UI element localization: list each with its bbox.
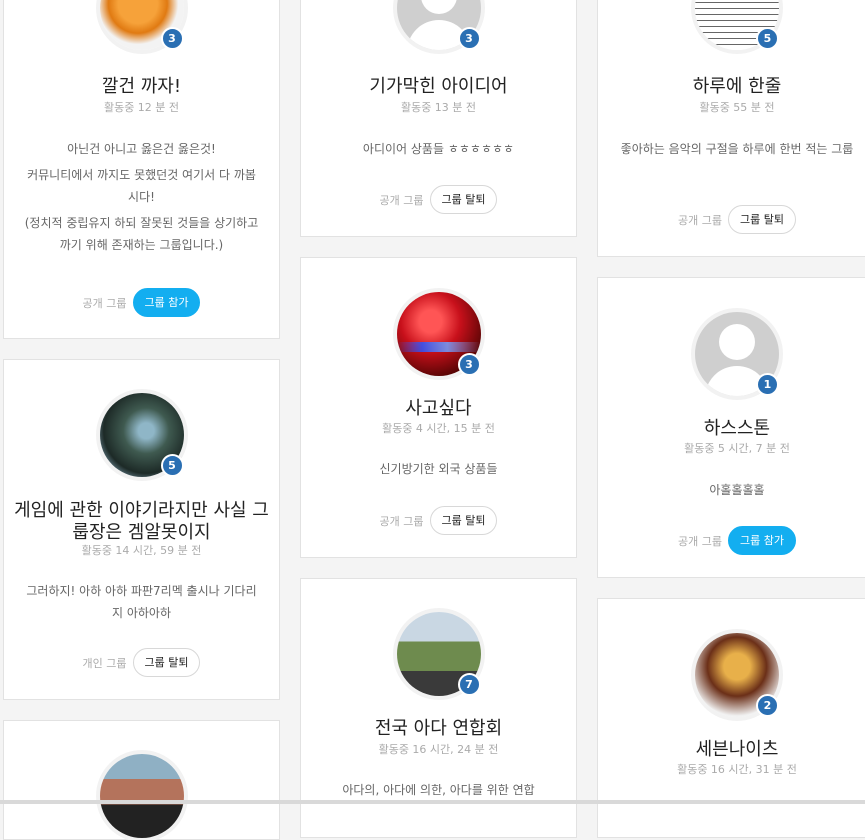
group-activity: 활동중 16 시간, 31 분 전: [677, 763, 797, 776]
group-card-c5: 7 전국 아다 연합회 활동중 16 시간, 24 분 전 아다의, 아다에 의…: [300, 578, 577, 838]
group-activity: 활동중 12 분 전: [103, 101, 180, 114]
group-card-c1: 3 깔건 까자! 활동중 12 분 전 아닌건 아니고 옳은건 옳은것! 커뮤니…: [3, 0, 280, 339]
group-avatar[interactable]: 3: [396, 292, 481, 376]
member-count-badge: 5: [756, 27, 779, 50]
group-avatar[interactable]: 1: [695, 312, 779, 396]
group-card-c4: 3 사고싶다 활동중 4 시간, 15 분 전 신기방기한 외국 상품들 공개 …: [300, 257, 577, 558]
description-line: 아다의, 아다에 의한, 아다를 위한 연합: [342, 783, 535, 797]
group-type-label: 공개 그룹: [379, 193, 424, 207]
group-description: 좋아하는 음악의 구절을 하루에 한번 적는 그룹: [616, 138, 858, 160]
leave-group-button[interactable]: 그룹 탈퇴: [429, 185, 498, 214]
group-description: 아닌건 아니고 옳은건 옳은것! 커뮤니티에서 까지도 못했던것 여기서 다 까…: [22, 138, 261, 256]
member-count-badge: 7: [457, 673, 481, 696]
description-line: 좋아하는 음악의 구절을 하루에 한번 적는 그룹: [620, 142, 854, 156]
member-count-badge: 5: [160, 454, 184, 477]
description-line: 아디이어 상품들 ㅎㅎㅎㅎㅎㅎ: [362, 142, 515, 156]
group-avatar[interactable]: 3: [396, 0, 481, 50]
group-title[interactable]: 전국 아다 연합회: [311, 718, 566, 740]
man-avatar-image[interactable]: [99, 754, 184, 838]
group-avatar[interactable]: 7: [396, 612, 481, 696]
group-actions: 공개 그룹 그룹 참가: [598, 526, 865, 555]
group-type-label: 공개 그룹: [82, 296, 127, 310]
group-title[interactable]: 하루에 한줄: [608, 76, 865, 98]
person-head-icon: [719, 324, 755, 360]
group-actions: 공개 그룹 그룹 탈퇴: [598, 205, 865, 234]
group-type-label: 공개 그룹: [379, 514, 424, 528]
group-card-c9: [3, 720, 280, 840]
group-avatar[interactable]: [99, 754, 184, 838]
group-title[interactable]: 게임에 관한 이야기라지만 사실 그룹장은 겜알못이지: [14, 500, 269, 544]
group-actions: 공개 그룹 그룹 참가: [4, 288, 279, 317]
group-avatar[interactable]: 5: [695, 0, 779, 50]
description-line: (정치적 중립유지 하되 잘못된 것들을 상기하고 까기 위해 존재하는 그룹입…: [24, 216, 259, 252]
member-count-badge: 3: [160, 27, 184, 50]
blue-light-decor: [396, 342, 481, 352]
group-actions: 공개 그룹 그룹 탈퇴: [301, 185, 576, 214]
description-line: 커뮤니티에서 까지도 못했던것 여기서 다 까봅시다!: [27, 168, 256, 204]
group-type-label: 공개 그룹: [678, 213, 722, 227]
leave-group-button[interactable]: 그룹 탈퇴: [132, 648, 201, 677]
group-avatar[interactable]: 5: [99, 393, 184, 477]
group-card-c7: 1 하스스톤 활동중 5 시간, 7 분 전 아홀홀홀홀 공개 그룹 그룹 참가: [597, 277, 865, 578]
group-activity: 활동중 14 시간, 59 분 전: [81, 544, 202, 557]
group-description: 아디이어 상품들 ㅎㅎㅎㅎㅎㅎ: [319, 138, 558, 160]
group-actions: 공개 그룹 그룹 탈퇴: [301, 506, 576, 535]
group-activity: 활동중 16 시간, 24 분 전: [378, 743, 499, 756]
group-description: 아홀홀홀홀: [616, 479, 858, 501]
member-count-badge: 1: [756, 373, 779, 396]
group-card-c2: 5 게임에 관한 이야기라지만 사실 그룹장은 겜알못이지 활동중 14 시간,…: [3, 359, 280, 700]
group-description: 아다의, 아다에 의한, 아다를 위한 연합: [319, 779, 558, 801]
group-title[interactable]: 하스스톤: [608, 418, 865, 440]
group-type-label: 공개 그룹: [678, 534, 722, 548]
description-line: 아닌건 아니고 옳은건 옳은것!: [67, 142, 216, 156]
group-actions: 개인 그룹 그룹 탈퇴: [4, 648, 279, 677]
group-title[interactable]: 사고싶다: [311, 398, 566, 420]
leave-group-button[interactable]: 그룹 탈퇴: [728, 205, 796, 234]
group-title[interactable]: 깔건 까자!: [14, 76, 269, 98]
group-activity: 활동중 5 시간, 7 분 전: [684, 442, 790, 455]
group-description: 그러하지! 아하 아하 파판7리멕 출시나 기다리지 아하아하: [22, 580, 261, 624]
group-type-label: 개인 그룹: [82, 656, 127, 670]
description-line: 신기방기한 외국 상품들: [379, 462, 498, 476]
horizontal-scrollbar[interactable]: [0, 800, 865, 804]
member-count-badge: 2: [756, 694, 779, 717]
group-activity: 활동중 55 분 전: [699, 101, 775, 114]
person-head-icon: [420, 0, 457, 14]
group-card-c6: 5 하루에 한줄 활동중 55 분 전 좋아하는 음악의 구절을 하루에 한번 …: [597, 0, 865, 257]
member-count-badge: 3: [457, 27, 481, 50]
join-group-button[interactable]: 그룹 참가: [728, 526, 796, 555]
member-count-badge: 3: [457, 353, 481, 376]
group-title[interactable]: 기가막힌 아이디어: [311, 76, 566, 98]
group-avatar[interactable]: 2: [695, 633, 779, 717]
leave-group-button[interactable]: 그룹 탈퇴: [429, 506, 498, 535]
group-activity: 활동중 4 시간, 15 분 전: [382, 422, 495, 435]
join-group-button[interactable]: 그룹 참가: [132, 288, 201, 317]
description-line: 아홀홀홀홀: [709, 483, 765, 497]
group-card-c3: 3 기가막힌 아이디어 활동중 13 분 전 아디이어 상품들 ㅎㅎㅎㅎㅎㅎ 공…: [300, 0, 577, 237]
description-line: 그러하지! 아하 아하 파판7리멕 출시나 기다리지 아하아하: [26, 584, 257, 620]
group-avatar[interactable]: 3: [99, 0, 184, 50]
group-activity: 활동중 13 분 전: [400, 101, 477, 114]
group-title[interactable]: 세븐나이츠: [608, 739, 865, 761]
group-description: 신기방기한 외국 상품들: [319, 458, 558, 480]
